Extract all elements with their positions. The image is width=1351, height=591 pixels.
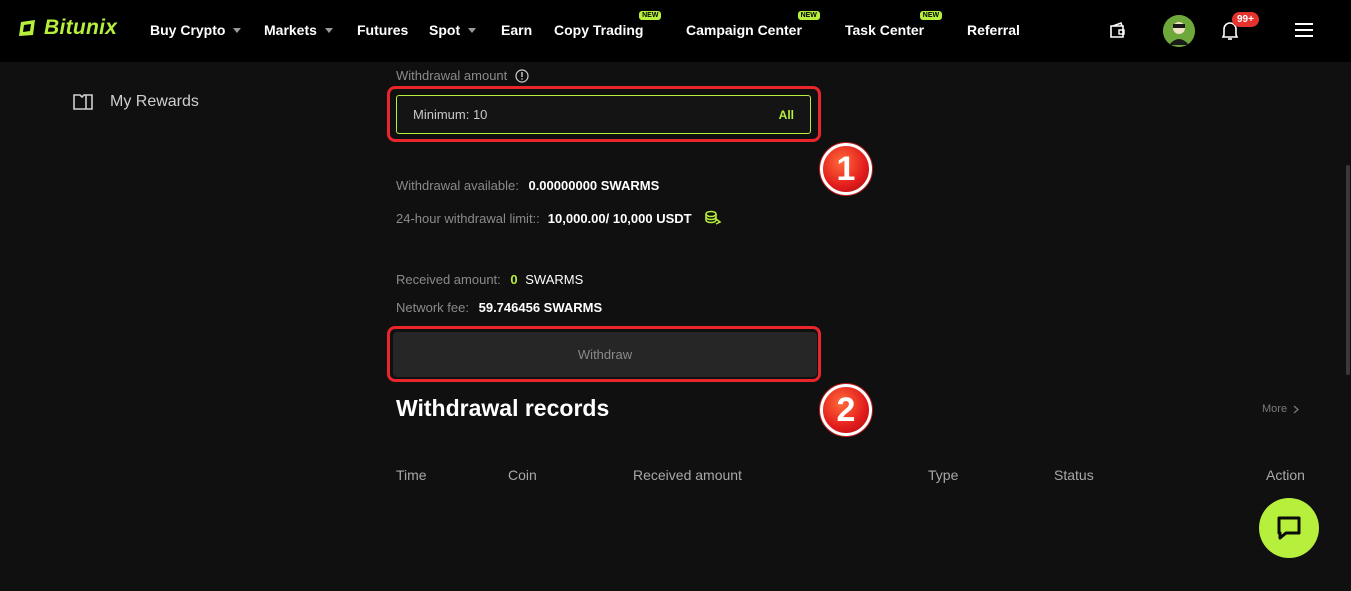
nav-buy-crypto[interactable]: Buy Crypto — [150, 22, 242, 38]
nav-futures[interactable]: Futures — [357, 22, 408, 38]
new-badge: NEW — [797, 11, 820, 20]
column-header-type: Type — [928, 467, 959, 483]
brand-name: Bitunix — [44, 16, 118, 39]
limit-row: 24-hour withdrawal limit:: 10,000.00/ 10… — [396, 210, 722, 226]
nav-spot[interactable]: Spot — [429, 22, 477, 38]
sidebar-item-my-rewards[interactable]: My Rewards — [72, 93, 199, 111]
new-badge: NEW — [639, 11, 662, 20]
nav-label: Buy Crypto — [150, 22, 226, 38]
nav-campaign-center[interactable]: Campaign Center NEW — [686, 11, 820, 38]
new-badge: NEW — [919, 11, 943, 20]
caret-down-icon — [468, 27, 477, 33]
column-header-time: Time — [396, 467, 427, 483]
nav-label: Futures — [357, 22, 409, 38]
label-text: Received amount: — [396, 272, 501, 287]
available-value: 0.00000000 SWARMS — [528, 178, 660, 193]
more-link[interactable]: More — [1262, 403, 1299, 415]
nav-label: Referral — [967, 22, 1020, 38]
label-text: 24-hour withdrawal limit:: — [396, 210, 540, 226]
chat-support-button[interactable] — [1259, 498, 1319, 558]
user-avatar-icon — [1163, 15, 1195, 47]
nav-task-center[interactable]: Task Center NEW — [845, 11, 943, 38]
nav-label: Campaign Center — [686, 22, 802, 38]
nav-label: Spot — [429, 22, 461, 38]
label-text: Withdrawal available: — [396, 178, 519, 193]
nav-label: Task Center — [845, 22, 925, 38]
nav-label: Copy Trading — [554, 22, 644, 38]
top-nav: Bitunix Buy Crypto Markets Futures Spot … — [0, 0, 1351, 62]
column-header-status: Status — [1054, 467, 1094, 483]
scrollbar[interactable] — [1346, 165, 1350, 375]
coins-icon[interactable] — [704, 210, 722, 226]
brand-logo[interactable]: Bitunix — [18, 16, 117, 40]
withdrawal-records-title: Withdrawal records — [396, 395, 610, 421]
nav-earn[interactable]: Earn — [501, 22, 532, 38]
caret-down-icon — [233, 27, 242, 33]
wallet-icon[interactable] — [1108, 21, 1128, 41]
highlight-box-amount — [387, 86, 821, 142]
avatar[interactable] — [1163, 15, 1195, 47]
info-icon[interactable] — [515, 68, 529, 83]
column-header-coin: Coin — [508, 467, 537, 483]
nav-referral[interactable]: Referral — [967, 22, 1020, 38]
label-text: Withdrawal amount — [396, 68, 508, 83]
more-label: More — [1262, 403, 1288, 415]
step-1-badge: 1 — [820, 143, 872, 195]
fee-value: 59.746456 SWARMS — [478, 300, 603, 315]
menu-icon[interactable] — [1295, 22, 1313, 38]
rewards-icon — [73, 94, 93, 110]
highlight-box-withdraw — [387, 326, 821, 382]
nav-label: Markets — [264, 22, 317, 38]
column-header-action: Action — [1266, 467, 1305, 483]
bitunix-logo-icon — [19, 20, 35, 36]
fee-row: Network fee: 59.746456 SWARMS — [396, 300, 602, 315]
nav-markets[interactable]: Markets — [264, 22, 333, 38]
chat-bubble-icon — [1277, 516, 1301, 540]
received-value-number: 0 — [510, 272, 518, 287]
received-value-unit: SWARMS — [525, 272, 584, 287]
nav-label: Earn — [501, 22, 533, 38]
withdrawal-amount-label: Withdrawal amount — [396, 68, 529, 83]
notification-count-badge: 99+ — [1232, 12, 1259, 27]
chevron-right-icon — [1293, 405, 1299, 413]
nav-copy-trading[interactable]: Copy Trading NEW — [554, 11, 662, 38]
received-row: Received amount: 0 SWARMS — [396, 272, 583, 287]
label-text: Network fee: — [396, 300, 469, 315]
sidebar-item-label: My Rewards — [110, 93, 199, 110]
step-2-badge: 2 — [820, 384, 872, 436]
caret-down-icon — [324, 27, 333, 33]
column-header-received-amount: Received amount — [633, 467, 742, 483]
limit-value: 10,000.00/ 10,000 USDT — [547, 210, 692, 226]
available-row: Withdrawal available: 0.00000000 SWARMS — [396, 178, 659, 193]
